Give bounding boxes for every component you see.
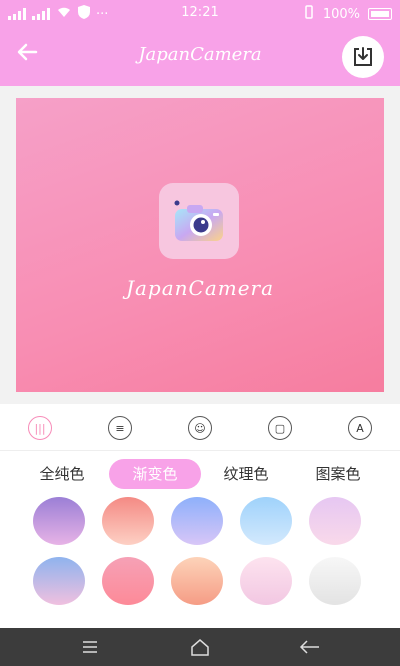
page-title: JapanCamera bbox=[138, 44, 262, 65]
tab-gradient[interactable]: 渐变色 bbox=[109, 459, 201, 489]
battery-icon bbox=[368, 8, 392, 20]
gradient-swatch-8[interactable] bbox=[171, 557, 223, 605]
gradient-swatch-4[interactable] bbox=[240, 497, 292, 545]
text-tool-icon[interactable]: A bbox=[348, 416, 372, 440]
status-right: 100% bbox=[303, 5, 392, 23]
status-bar: ··· 12:21 100% bbox=[0, 0, 400, 26]
gradient-swatch-5[interactable] bbox=[309, 497, 361, 545]
camera-icon bbox=[174, 200, 223, 241]
gradient-swatch-3[interactable] bbox=[171, 497, 223, 545]
home-icon[interactable] bbox=[188, 636, 212, 658]
battery-percent: 100% bbox=[322, 6, 360, 22]
color-type-tabs: 全纯色 渐变色 纹理色 图案色 bbox=[0, 451, 400, 493]
swatch-grid bbox=[0, 493, 400, 628]
app-logo bbox=[159, 183, 239, 259]
download-button[interactable] bbox=[342, 36, 384, 78]
preview-area: JapanCamera bbox=[0, 86, 400, 404]
gradient-swatch-10[interactable] bbox=[309, 557, 361, 605]
menu-icon[interactable] bbox=[78, 636, 102, 658]
download-icon bbox=[354, 47, 372, 66]
preview-canvas[interactable]: JapanCamera bbox=[16, 98, 384, 392]
back-icon[interactable] bbox=[298, 636, 322, 658]
smile-tool-icon[interactable]: ☺ bbox=[188, 416, 212, 440]
app-bar: JapanCamera bbox=[0, 26, 400, 86]
list-tool-icon[interactable]: ≡ bbox=[108, 416, 132, 440]
tab-solid[interactable]: 全纯色 bbox=[30, 459, 94, 489]
system-nav-bar bbox=[0, 628, 400, 666]
vibrate-icon bbox=[303, 5, 315, 23]
gradient-swatch-2[interactable] bbox=[102, 497, 154, 545]
gradient-swatch-6[interactable] bbox=[33, 557, 85, 605]
frame-tool-icon[interactable]: ▢ bbox=[268, 416, 292, 440]
tab-texture[interactable]: 纹理色 bbox=[214, 459, 278, 489]
tab-pattern[interactable]: 图案色 bbox=[306, 459, 370, 489]
logo-text: JapanCamera bbox=[125, 276, 275, 300]
gradient-swatch-1[interactable] bbox=[33, 497, 85, 545]
gradient-swatch-9[interactable] bbox=[240, 557, 292, 605]
gradient-swatch-7[interactable] bbox=[102, 557, 154, 605]
gradient-tool-icon[interactable]: ||| bbox=[28, 416, 52, 440]
tool-bar: ||| ≡ ☺ ▢ A bbox=[0, 404, 400, 451]
